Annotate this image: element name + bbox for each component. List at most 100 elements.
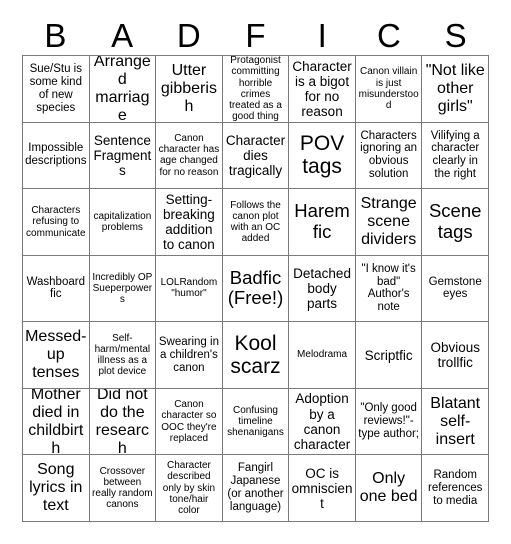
bingo-free-space-cell[interactable]: Badfic (Free!) — [222, 255, 290, 323]
bingo-cell[interactable]: LOLRandom "humor" — [156, 255, 223, 323]
bingo-cell[interactable]: Canon villain is just misunderstood — [355, 56, 423, 123]
bingo-header-letter-3: F — [245, 17, 266, 54]
bingo-cell[interactable]: Follows the canon plot with an OC added — [222, 189, 290, 256]
bingo-cell[interactable]: Scene tags — [422, 189, 489, 256]
bingo-cell-label: Confusing timeline shenanigans — [227, 404, 284, 439]
bingo-cell-label: Protagonist committing horrible crimes t… — [229, 56, 282, 123]
bingo-cell[interactable]: Characters refusing to communicate — [23, 189, 90, 256]
bingo-cell-label: Character is a bigot for no reason — [292, 58, 352, 119]
bingo-cell[interactable]: Adoption by a canon character — [289, 388, 356, 456]
bingo-cell[interactable]: Utter gibberish — [156, 56, 223, 123]
bingo-cell-label: Only one bed — [359, 470, 418, 506]
bingo-cell-label: Vilifying a character clearly in the rig… — [430, 129, 480, 181]
bingo-cell[interactable]: OC is omniscient — [289, 455, 356, 522]
bingo-cell[interactable]: Fangirl Japanese (or another language) — [222, 455, 290, 522]
bingo-cell[interactable]: Character dies tragically — [222, 122, 290, 190]
bingo-cell-label: Characters refusing to communicate — [26, 205, 86, 239]
bingo-cell-label: Messed-up tenses — [25, 328, 87, 382]
bingo-cell[interactable]: Harem fic — [289, 189, 356, 256]
bingo-cell[interactable]: Canon character has age changed for no r… — [156, 122, 223, 190]
bingo-cell-label: Characters ignoring an obvious solution — [360, 129, 418, 181]
bingo-cell[interactable]: Sue/Stu is some kind of new species — [23, 56, 90, 123]
bingo-cell[interactable]: Characters ignoring an obvious solution — [355, 122, 423, 190]
bingo-cell-label: Kool scarz — [230, 331, 281, 379]
bingo-cell[interactable]: Swearing in a children's canon — [156, 322, 223, 389]
bingo-cell[interactable]: Obvious trollfic — [422, 322, 489, 389]
bingo-cell[interactable]: Random references to media — [422, 455, 489, 522]
bingo-header-letter-5: C — [377, 17, 401, 54]
bingo-cell[interactable]: capitalization problems — [89, 189, 157, 256]
bingo-cell-label: Obvious trollfic — [430, 339, 480, 371]
bingo-cell-label: "I know it's bad" Author's note — [361, 262, 416, 314]
bingo-cell[interactable]: Vilifying a character clearly in the rig… — [422, 122, 489, 190]
bingo-cell[interactable]: "Only good reviews!"-type author; — [355, 388, 423, 456]
bingo-header-letter-4: I — [317, 17, 327, 54]
bingo-cell-label: Sue/Stu is some kind of new species — [29, 63, 82, 114]
bingo-cell-label: Song lyrics in text — [29, 461, 83, 515]
bingo-cell[interactable]: Character described only by skin tone/ha… — [156, 455, 223, 522]
bingo-header-letter-1: A — [111, 17, 134, 54]
bingo-cell-label: Setting-breaking addition to canon — [163, 191, 215, 253]
bingo-cell-label: Scene tags — [428, 200, 482, 242]
bingo-cell-label: Mother died in childbirth — [28, 388, 84, 456]
bingo-cell-label: Blatant self-insert — [430, 394, 481, 448]
bingo-header: BADFICS — [22, 8, 489, 54]
bingo-cell[interactable]: Only one bed — [355, 455, 423, 522]
bingo-cell[interactable]: "Not like other girls" — [422, 56, 489, 123]
bingo-header-letter-2: D — [176, 17, 201, 54]
bingo-cell[interactable]: Crossover between really random canons — [89, 455, 157, 522]
bingo-cell-label: Scriptfic — [364, 347, 413, 363]
bingo-cell-label: "Not like other girls" — [425, 61, 485, 115]
bingo-cell-label: Sentence Fragments — [93, 132, 152, 178]
bingo-cell[interactable]: Kool scarz — [222, 322, 290, 389]
bingo-cell[interactable]: Detached body parts — [289, 255, 356, 323]
bingo-cell-label: Random references to media — [428, 468, 483, 507]
bingo-cell-label: Gemstone eyes — [428, 275, 482, 301]
bingo-cell[interactable]: "I know it's bad" Author's note — [355, 255, 423, 323]
bingo-cell-label: Arranged marriage — [93, 56, 151, 123]
bingo-cell[interactable]: Setting-breaking addition to canon — [156, 189, 223, 256]
bingo-cell-label: Canon character has age changed for no r… — [158, 132, 220, 178]
bingo-cell[interactable]: Arranged marriage — [89, 56, 157, 123]
bingo-cell-label: Canon villain is just misunderstood — [358, 66, 419, 111]
bingo-cell-label: Harem fic — [294, 200, 350, 242]
bingo-cell[interactable]: Incredibly OP Sueperpowers — [89, 255, 157, 323]
bingo-cell[interactable]: Did not do the research — [89, 388, 157, 456]
bingo-cell[interactable]: Character is a bigot for no reason — [289, 56, 356, 123]
bingo-cell-label: Canon character so OOC they're replaced — [161, 399, 217, 444]
bingo-cell[interactable]: Strange scene dividers — [355, 189, 423, 256]
bingo-cell-label: Incredibly OP Sueperpowers — [92, 271, 153, 306]
bingo-cell[interactable]: Gemstone eyes — [422, 255, 489, 323]
bingo-cell[interactable]: Mother died in childbirth — [23, 388, 90, 456]
bingo-cell-label: LOLRandom "humor" — [160, 277, 218, 300]
bingo-cell[interactable]: Song lyrics in text — [23, 455, 90, 522]
bingo-cell[interactable]: Washboard fic — [23, 255, 90, 323]
bingo-cell[interactable]: Sentence Fragments — [89, 122, 157, 190]
bingo-cell[interactable]: POV tags — [289, 122, 356, 190]
bingo-cell-label: Detached body parts — [293, 265, 351, 312]
bingo-header-letter-6: S — [444, 17, 467, 54]
bingo-cell-label: Strange scene dividers — [360, 195, 417, 248]
bingo-cell-label: Character dies tragically — [225, 132, 286, 178]
bingo-cell[interactable]: Protagonist committing horrible crimes t… — [222, 56, 290, 123]
bingo-cell[interactable]: Self-harm/mental illness as a plot devic… — [89, 322, 157, 389]
bingo-cell[interactable]: Impossible descriptions — [23, 122, 90, 190]
bingo-cell-label: Follows the canon plot with an OC added — [230, 199, 281, 245]
bingo-grid: Sue/Stu is some kind of new species Arran… — [22, 55, 489, 522]
bingo-cell[interactable]: Melodrama — [289, 322, 356, 389]
bingo-cell[interactable]: Blatant self-insert — [422, 388, 489, 456]
bingo-cell-label: Character described only by skin tone/ha… — [162, 460, 216, 516]
bingo-cell[interactable]: Scriptfic — [355, 322, 423, 389]
bingo-card: B A D F I C S Sue/Stu is some kind of new spec… — [0, 0, 511, 544]
bingo-cell[interactable]: Confusing timeline shenanigans — [222, 388, 290, 456]
bingo-cell-label: Utter gibberish — [160, 61, 217, 115]
bingo-cell-label: Adoption by a canon character — [293, 391, 351, 452]
bingo-cell-label: POV tags — [299, 131, 345, 179]
bingo-cell-label: Badfic (Free!) — [227, 266, 284, 309]
bingo-header-letter-0: B — [44, 17, 67, 54]
bingo-cell-label: "Only good reviews!"-type author; — [358, 402, 419, 441]
bingo-cell-label: Swearing in a children's canon — [158, 335, 219, 374]
bingo-cell[interactable]: Canon character so OOC they're replaced — [156, 388, 223, 456]
bingo-cell[interactable]: Messed-up tenses — [23, 322, 90, 389]
bingo-cell-label: Melodrama — [297, 349, 348, 361]
